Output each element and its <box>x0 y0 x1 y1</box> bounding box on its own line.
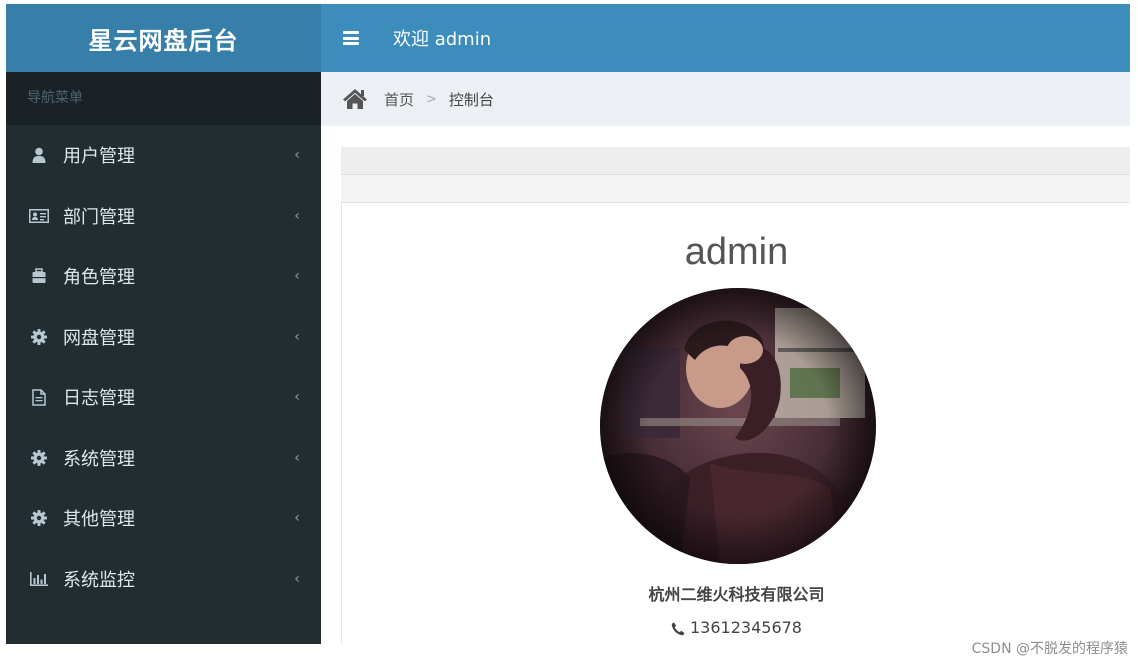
breadcrumb-home-link[interactable]: 首页 <box>384 89 414 110</box>
sidebar: 星云网盘后台 导航菜单 用户管理 ‹ 部门管理 ‹ 角色管理 ‹ 网盘管理 ‹ … <box>6 4 321 644</box>
id-card-icon <box>29 206 49 226</box>
sidebar-menu: 用户管理 ‹ 部门管理 ‹ 角色管理 ‹ 网盘管理 ‹ 日志管理 ‹ 系统管理 … <box>6 125 321 609</box>
gear-icon <box>29 327 49 347</box>
app-logo[interactable]: 星云网盘后台 <box>6 4 321 72</box>
phone-icon <box>671 621 685 635</box>
sidebar-item-label: 网盘管理 <box>63 327 135 349</box>
sidebar-item-label: 部门管理 <box>63 206 135 228</box>
sidebar-item-system-monitor[interactable]: 系统监控 ‹ <box>6 549 321 610</box>
breadcrumb: 首页 > 控制台 <box>321 72 1130 126</box>
sidebar-item-log-management[interactable]: 日志管理 ‹ <box>6 367 321 428</box>
sidebar-item-label: 系统管理 <box>63 448 135 470</box>
main-content: admin 杭州二维火科技有限公司 13612345678 <box>321 126 1130 644</box>
chevron-left-icon: ‹ <box>294 207 300 224</box>
chevron-left-icon: ‹ <box>294 449 300 466</box>
top-header: 欢迎 admin <box>321 4 1130 72</box>
chevron-left-icon: ‹ <box>294 389 300 406</box>
panel-heading <box>341 147 1130 175</box>
sidebar-item-label: 用户管理 <box>63 146 135 168</box>
sidebar-item-netdisk-management[interactable]: 网盘管理 ‹ <box>6 307 321 368</box>
chevron-left-icon: ‹ <box>294 510 300 527</box>
chevron-left-icon: ‹ <box>294 570 300 587</box>
watermark: CSDN @不脱发的程序猿 <box>971 641 1128 657</box>
sidebar-item-user-management[interactable]: 用户管理 ‹ <box>6 125 321 186</box>
sidebar-item-label: 其他管理 <box>63 509 135 531</box>
menu-toggle-icon[interactable] <box>343 31 359 45</box>
briefcase-icon <box>29 266 49 286</box>
avatar <box>600 288 876 564</box>
profile-phone: 13612345678 <box>690 618 802 637</box>
breadcrumb-separator: > <box>426 91 437 107</box>
profile-phone-row: 13612345678 <box>342 618 1130 637</box>
welcome-text: 欢迎 admin <box>393 29 492 50</box>
sidebar-item-label: 日志管理 <box>63 388 135 410</box>
file-icon <box>29 387 49 407</box>
sidebar-item-system-management[interactable]: 系统管理 ‹ <box>6 428 321 489</box>
sidebar-item-role-management[interactable]: 角色管理 ‹ <box>6 246 321 307</box>
chevron-left-icon: ‹ <box>294 147 300 164</box>
nav-header: 导航菜单 <box>6 72 321 125</box>
breadcrumb-current: 控制台 <box>448 90 494 109</box>
gear-icon <box>29 508 49 528</box>
sidebar-item-label: 角色管理 <box>63 267 135 289</box>
app-frame: 星云网盘后台 导航菜单 用户管理 ‹ 部门管理 ‹ 角色管理 ‹ 网盘管理 ‹ … <box>6 4 1130 644</box>
sidebar-item-label: 系统监控 <box>63 569 135 591</box>
profile-company: 杭州二维火科技有限公司 <box>648 585 825 604</box>
sidebar-item-other-management[interactable]: 其他管理 ‹ <box>6 488 321 549</box>
panel-toolbar <box>341 175 1130 203</box>
user-icon <box>29 145 49 165</box>
profile-name: admin <box>684 231 789 273</box>
sidebar-item-department-management[interactable]: 部门管理 ‹ <box>6 186 321 247</box>
profile-panel: admin 杭州二维火科技有限公司 13612345678 <box>341 203 1130 644</box>
chevron-left-icon: ‹ <box>294 328 300 345</box>
gear-icon <box>29 448 49 468</box>
chevron-left-icon: ‹ <box>294 268 300 285</box>
bar-chart-icon <box>29 569 49 589</box>
home-icon[interactable] <box>342 88 368 110</box>
